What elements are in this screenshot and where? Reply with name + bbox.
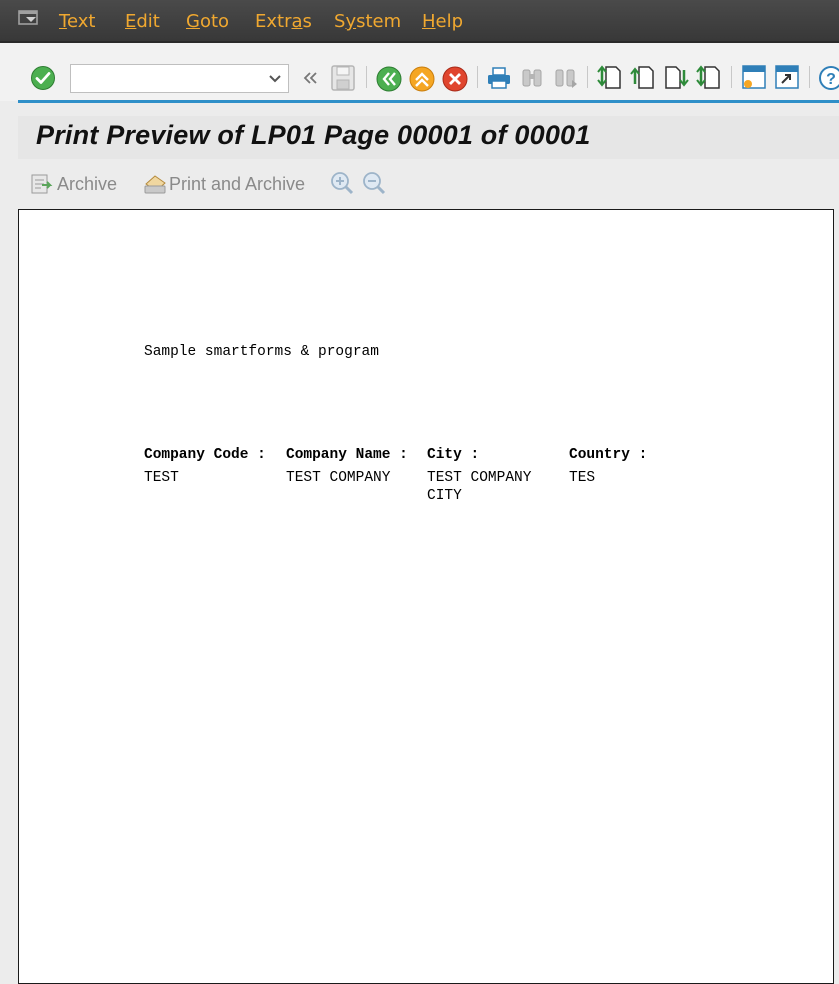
archive-button[interactable]: Archive [30, 172, 120, 196]
page-title: Print Preview of LP01 Page 00001 of 0000… [36, 120, 591, 150]
menu-system-accel: y [345, 11, 357, 32]
back-icon[interactable] [375, 65, 403, 93]
back-double-icon[interactable] [301, 70, 319, 86]
menu-extras[interactable]: Extras [255, 11, 312, 32]
chevron-down-icon[interactable] [268, 73, 282, 85]
command-field[interactable] [70, 64, 289, 93]
save-icon[interactable] [330, 64, 356, 92]
command-input[interactable] [75, 66, 269, 93]
zoom-in-icon[interactable] [330, 171, 354, 197]
previous-page-icon[interactable] [630, 64, 656, 90]
find-next-icon[interactable] [553, 66, 579, 90]
find-icon[interactable] [520, 66, 544, 90]
zoom-out-icon[interactable] [362, 171, 386, 197]
menu-text[interactable]: Text [59, 11, 95, 32]
menu-help[interactable]: Help [422, 11, 463, 32]
system-menu-icon[interactable] [18, 9, 40, 27]
toolbar-separator [477, 66, 478, 88]
help-icon[interactable]: ? [818, 65, 839, 91]
cell-company-name: TEST COMPANY [286, 470, 391, 486]
first-page-icon[interactable] [597, 64, 623, 90]
toolbar-separator [809, 66, 810, 88]
document-heading: Sample smartforms & program [144, 344, 379, 360]
cell-city-line-1: TEST COMPANY [427, 470, 532, 486]
print-preview-area[interactable]: Sample smartforms & program Company Code… [18, 209, 834, 984]
create-session-icon[interactable] [741, 64, 767, 90]
menu-system[interactable]: System [334, 11, 401, 32]
archive-icon [31, 174, 53, 194]
print-icon[interactable] [486, 66, 512, 90]
application-toolbar: Archive Print and Archive [18, 161, 839, 208]
col-header-company-code: Company Code : [144, 447, 266, 463]
menu-bar: Text Edit Goto Extras System Help [0, 0, 839, 43]
menu-goto[interactable]: Goto [186, 11, 229, 32]
menu-goto-accel: G [186, 11, 200, 32]
last-page-icon[interactable] [696, 64, 722, 90]
print-archive-icon [144, 175, 166, 194]
cell-city-line-2: CITY [427, 488, 462, 504]
menu-help-accel: H [422, 11, 436, 32]
exit-icon[interactable] [408, 65, 436, 93]
cancel-icon[interactable] [441, 65, 469, 93]
col-header-country: Country : [569, 447, 648, 463]
enter-icon[interactable] [30, 65, 56, 91]
svg-text:?: ? [826, 71, 836, 88]
toolbar-separator [731, 66, 732, 88]
menu-edit[interactable]: Edit [125, 11, 160, 32]
menu-text-accel: T [59, 11, 67, 32]
print-and-archive-button[interactable]: Print and Archive [142, 172, 312, 196]
cell-company-code: TEST [144, 470, 179, 486]
col-header-city: City : [427, 447, 480, 463]
menu-edit-accel: E [125, 11, 137, 32]
archive-label: Archive [57, 174, 118, 194]
toolbar-separator [366, 66, 367, 88]
toolbar-accent-line [18, 100, 839, 103]
title-bar: Print Preview of LP01 Page 00001 of 0000… [18, 116, 839, 159]
toolbar-separator [587, 66, 588, 88]
shortcut-icon[interactable] [774, 64, 800, 90]
menu-extras-accel: a [291, 11, 303, 32]
col-header-company-name: Company Name : [286, 447, 408, 463]
print-and-archive-label: Print and Archive [169, 174, 306, 194]
cell-country: TES [569, 470, 596, 486]
next-page-icon[interactable] [663, 64, 689, 90]
